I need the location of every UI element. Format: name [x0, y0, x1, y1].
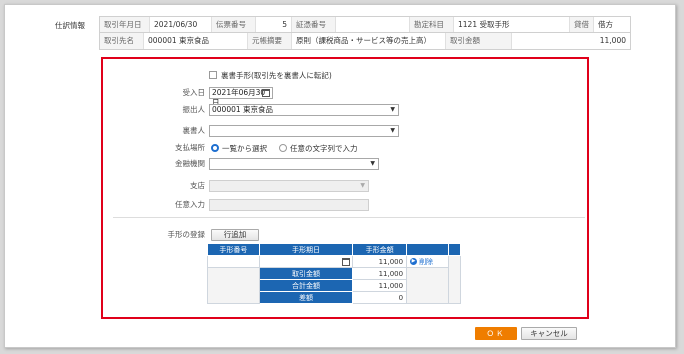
- endorse-checkbox[interactable]: [209, 71, 217, 79]
- slip-number-label: 伝票番号: [212, 17, 256, 32]
- journal-info: 仕訳情報 取引年月日 2021/06/30 伝票番号 5 証憑番号 勘定科目 1…: [15, 16, 655, 50]
- col-header-filler: [447, 243, 462, 256]
- calendar-icon[interactable]: [262, 89, 270, 97]
- cancel-button[interactable]: キャンセル: [521, 327, 577, 340]
- partner-label: 取引先名: [100, 33, 144, 49]
- journal-info-grid: 取引年月日 2021/06/30 伝票番号 5 証憑番号 勘定科目 1121 受…: [99, 16, 631, 50]
- endorser-select[interactable]: ▼: [209, 125, 399, 137]
- trade-amount-value: 11,000: [599, 36, 626, 45]
- radio-free-text[interactable]: [279, 144, 287, 152]
- calendar-icon[interactable]: [342, 258, 351, 266]
- chevron-down-icon: ▼: [360, 182, 365, 189]
- trade-date-label: 取引年月日: [100, 17, 150, 32]
- summary-action-blank: [406, 267, 449, 304]
- slip-number-value: 5: [256, 17, 292, 32]
- divider: [113, 217, 585, 218]
- col-header-due-date: 手形期日: [258, 243, 354, 256]
- debit-credit-label: 貸借: [570, 17, 594, 32]
- col-header-note-number: 手形番号: [207, 243, 260, 256]
- col-header-amount: 手形金額: [352, 243, 408, 256]
- free-input-field[interactable]: [209, 199, 369, 211]
- trade-amount-label: 取引金額: [446, 33, 512, 49]
- summary-trade-amount-label: 取引金額: [258, 267, 354, 280]
- table-row: 11,000 ▶ 削除: [207, 255, 462, 304]
- endorse-checkbox-label: 裏書手形(取引先を裏書人に転記): [221, 70, 332, 80]
- note-number-cell[interactable]: [207, 255, 260, 268]
- voucher-number-value: [336, 17, 410, 32]
- chevron-down-icon: ▼: [390, 127, 395, 134]
- notes-table: 手形番号 手形期日 手形金額 11,000 ▶ 削除 取引金額 11,000 合…: [207, 243, 462, 304]
- summary-total-value: 11,000: [352, 279, 408, 292]
- summary-row-trade-amount: 取引金額 11,000: [207, 267, 461, 304]
- delete-row-button[interactable]: ▶ 削除: [406, 255, 449, 268]
- summary-blank-cell: [207, 267, 260, 304]
- due-date-cell[interactable]: [258, 255, 354, 268]
- note-register-label: 手形の登録: [167, 230, 206, 239]
- drawer-label: 振出人: [182, 105, 206, 114]
- dialog-window: 仕訳情報 取引年月日 2021/06/30 伝票番号 5 証憑番号 勘定科目 1…: [4, 4, 676, 348]
- ok-button[interactable]: ＯＫ: [475, 327, 517, 340]
- summary-total-label: 合計金額: [258, 279, 354, 292]
- account-label: 勘定科目: [410, 17, 454, 32]
- add-row-button[interactable]: 行追加: [211, 229, 259, 241]
- free-input-label: 任意入力: [175, 200, 205, 209]
- radio-select-from-list[interactable]: [211, 144, 219, 152]
- play-icon: ▶: [410, 258, 418, 265]
- col-header-action: [406, 243, 449, 256]
- bank-label: 金融機関: [175, 159, 205, 168]
- endorse-checkbox-row[interactable]: 裏書手形(取引先を裏書人に転記): [209, 69, 332, 81]
- branch-label: 支店: [190, 181, 205, 190]
- summary-difference-label: 差額: [258, 291, 354, 304]
- branch-select[interactable]: ▼: [209, 180, 369, 192]
- ledger-summary-label: 元帳摘要: [248, 33, 292, 49]
- trade-date-value: 2021/06/30: [150, 17, 212, 32]
- summary-trade-amount-value: 11,000: [352, 267, 408, 280]
- amount-cell[interactable]: 11,000: [352, 255, 408, 268]
- voucher-number-label: 証憑番号: [292, 17, 336, 32]
- account-value: 1121 受取手形: [454, 17, 570, 32]
- chevron-down-icon: ▼: [370, 160, 375, 167]
- radio-select-from-list-label: 一覧から選択: [222, 143, 267, 153]
- payment-place-label: 支払場所: [175, 143, 205, 152]
- received-date-input[interactable]: 2021年06月30日: [209, 87, 273, 107]
- received-date-label: 受入日: [182, 88, 206, 97]
- summary-difference-value: 0: [352, 291, 408, 304]
- partner-value: 000001 東京食品: [144, 33, 248, 49]
- journal-info-title: 仕訳情報: [55, 21, 85, 30]
- filler-cell: [447, 255, 462, 304]
- endorser-label: 裏書人: [182, 126, 206, 135]
- chevron-down-icon: ▼: [390, 106, 395, 113]
- highlighted-form-area: 裏書手形(取引先を裏書人に転記) 受入日 2021年06月30日 振出人 000…: [101, 57, 589, 319]
- delete-label: 削除: [419, 257, 434, 266]
- drawer-value: 000001 東京食品: [212, 105, 274, 114]
- ledger-summary-value: 原則（課税商品・サービス等の売上高）: [292, 33, 446, 49]
- journal-row-1: 取引年月日 2021/06/30 伝票番号 5 証憑番号 勘定科目 1121 受…: [100, 17, 630, 33]
- notes-table-header: 手形番号 手形期日 手形金額: [207, 243, 462, 256]
- bank-select[interactable]: ▼: [209, 158, 379, 170]
- debit-credit-value: 借方: [598, 20, 613, 29]
- dialog-footer: ＯＫ キャンセル: [103, 327, 589, 341]
- journal-row-2: 取引先名 000001 東京食品 元帳摘要 原則（課税商品・サービス等の売上高）…: [100, 33, 630, 49]
- radio-free-text-label: 任意の文字列で入力: [290, 143, 358, 153]
- drawer-select[interactable]: 000001 東京食品 ▼: [209, 104, 399, 116]
- payment-place-radio-group: 一覧から選択 任意の文字列で入力: [211, 142, 358, 154]
